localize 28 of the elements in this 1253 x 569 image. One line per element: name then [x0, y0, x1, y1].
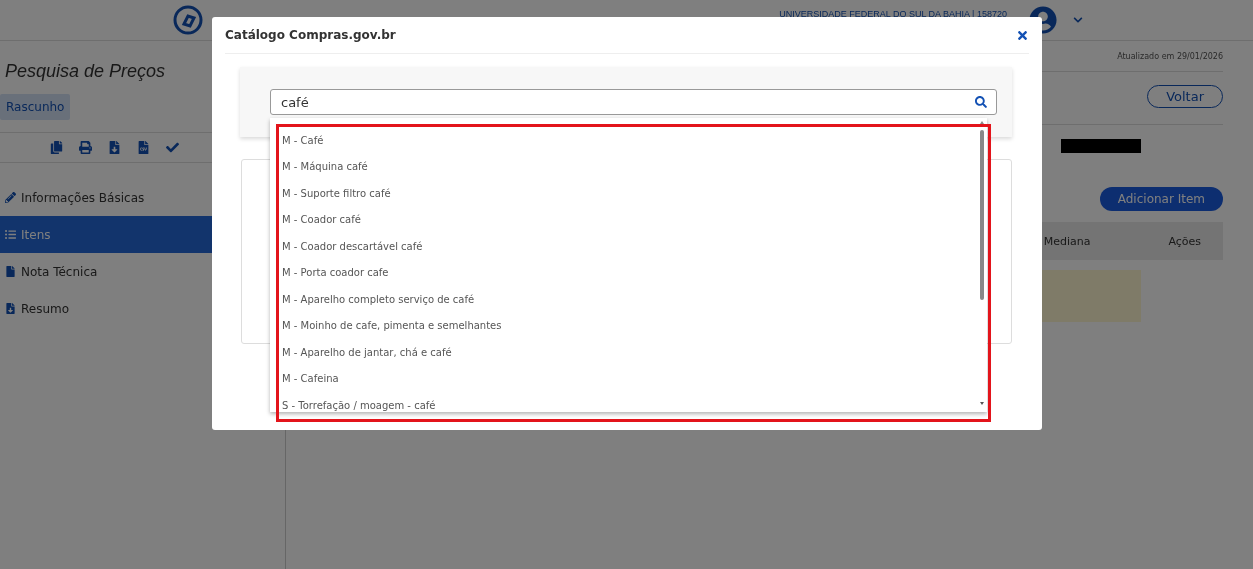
result-option[interactable]: M - Cafeina — [270, 365, 977, 392]
result-option[interactable]: M - Aparelho de jantar, chá e café — [270, 339, 977, 366]
pencil-icon — [5, 192, 16, 203]
close-button[interactable] — [1016, 28, 1029, 42]
file-download-icon — [5, 303, 16, 314]
modal-title: Catálogo Compras.gov.br — [225, 28, 396, 42]
result-option[interactable]: M - Porta coador cafe — [270, 259, 977, 286]
result-option[interactable]: M - Moinho de cafe, pimenta e semelhantes — [270, 312, 977, 339]
print-icon[interactable] — [79, 141, 92, 154]
result-option[interactable]: M - Suporte filtro café — [270, 180, 977, 207]
column-header: Mediana — [1043, 234, 1091, 248]
logo-icon — [172, 4, 204, 36]
check-icon[interactable] — [166, 141, 179, 154]
search-field[interactable]: café — [270, 89, 997, 115]
page-title: Pesquisa de Preços — [4, 60, 167, 82]
list-icon — [5, 229, 16, 240]
file-icon — [5, 266, 16, 277]
back-button[interactable]: Voltar — [1147, 85, 1223, 108]
chevron-down-icon[interactable] — [1073, 15, 1083, 25]
result-option[interactable]: M - Máquina café — [270, 153, 977, 180]
file-download-icon[interactable] — [108, 141, 121, 154]
copy-icon[interactable] — [50, 141, 63, 154]
status-badge: Rascunho — [0, 94, 71, 120]
result-option[interactable]: S - Torrefação / moagem - café — [270, 392, 977, 412]
column-header: Ações — [1168, 234, 1201, 248]
file-icon[interactable] — [137, 141, 150, 154]
search-icon[interactable] — [975, 96, 987, 108]
result-option[interactable]: M - Aparelho completo serviço de café — [270, 286, 977, 313]
